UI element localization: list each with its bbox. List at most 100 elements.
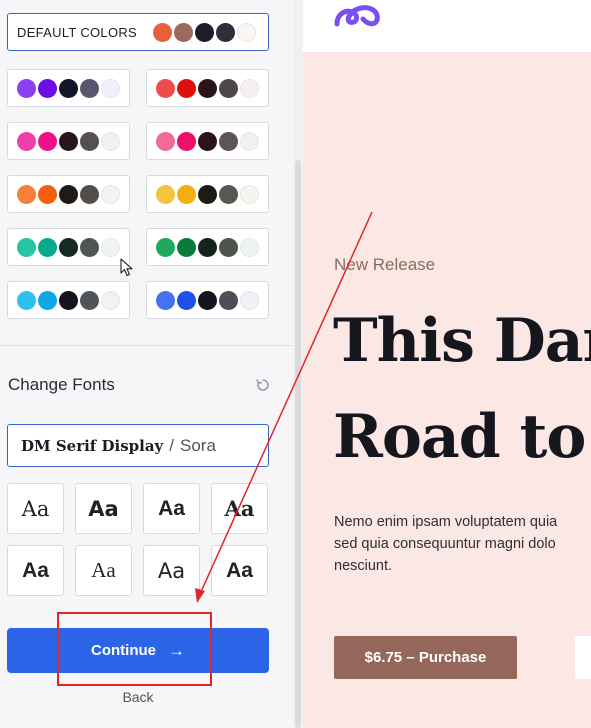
font-option-5[interactable]: Aa [7, 545, 64, 596]
font-sample: Aa [22, 558, 49, 582]
color-swatch [219, 78, 238, 98]
mouse-cursor-icon [120, 258, 133, 277]
body-line: Nemo enim ipsam voluptatem quia [334, 514, 558, 530]
color-swatch [219, 237, 238, 257]
palette-swatches [156, 131, 261, 151]
color-swatch [177, 184, 196, 204]
color-swatch [17, 290, 36, 310]
palette-default-label: DEFAULT COLORS [17, 24, 138, 40]
color-swatch [198, 237, 217, 257]
color-swatch [219, 290, 238, 310]
color-swatch [156, 184, 175, 204]
color-swatch [101, 131, 120, 151]
palette-option-4[interactable] [146, 122, 269, 160]
palette-option-8[interactable] [146, 228, 269, 266]
font-sample: Aa [224, 496, 255, 521]
palette-option-6[interactable] [146, 175, 269, 213]
palette-option-2[interactable] [146, 69, 269, 107]
preview-headline-line-2: Road to I [333, 402, 591, 472]
scrollbar-thumb[interactable] [295, 160, 301, 728]
preview-body-text: Nemo enim ipsam voluptatem quia sed quia… [334, 511, 591, 577]
font-sample: Aa [21, 496, 50, 521]
change-fonts-title: Change Fonts [8, 375, 115, 394]
font-option-2[interactable]: Aa [75, 483, 132, 534]
customize-sidebar [0, 0, 293, 728]
font-option-1[interactable]: Aa [7, 483, 64, 534]
color-swatch [80, 237, 99, 257]
color-swatch [59, 237, 78, 257]
color-swatch [59, 184, 78, 204]
color-swatch [156, 290, 175, 310]
secondary-button[interactable] [575, 636, 591, 679]
font-option-8[interactable]: Aa [211, 545, 268, 596]
palette-option-7[interactable] [7, 228, 130, 266]
palette-default[interactable]: DEFAULT COLORS [7, 13, 269, 51]
color-swatch [240, 184, 259, 204]
palette-option-5[interactable] [7, 175, 130, 213]
color-swatch [38, 78, 57, 98]
color-swatch [38, 237, 57, 257]
color-swatch [198, 131, 217, 151]
palette-swatches [17, 184, 122, 204]
font-option-3[interactable]: Aa [143, 483, 200, 534]
preview-eyebrow: New Release [334, 255, 436, 274]
font-option-4[interactable]: Aa [211, 483, 268, 534]
palette-option-10[interactable] [146, 281, 269, 319]
color-swatch [101, 78, 120, 98]
back-link[interactable]: Back [0, 689, 276, 705]
continue-label: Continue [91, 642, 156, 659]
logo-icon [334, 5, 380, 27]
color-swatch [219, 184, 238, 204]
color-swatch [198, 78, 217, 98]
purchase-button[interactable]: $6.75 – Purchase [334, 636, 517, 679]
color-swatch [198, 290, 217, 310]
font-pair-select[interactable]: DM Serif Display / Sora [7, 424, 269, 467]
color-swatch [240, 131, 259, 151]
font-sample: Aa [226, 558, 253, 582]
font-sample: Aa [88, 496, 119, 521]
color-swatch [17, 184, 36, 204]
color-swatch [80, 184, 99, 204]
palette-option-1[interactable] [7, 69, 130, 107]
site-preview: New Release This Dar Road to I Nemo enim… [303, 52, 591, 728]
color-swatch [177, 237, 196, 257]
section-divider [0, 345, 293, 346]
color-swatch [156, 78, 175, 98]
color-swatch [177, 290, 196, 310]
font-option-7[interactable]: Aa [143, 545, 200, 596]
body-line: sed quia consequuntur magni dolo [334, 536, 556, 552]
color-swatch [101, 184, 120, 204]
font-pair-separator: / [169, 435, 174, 455]
color-swatch [101, 237, 120, 257]
palette-swatches [153, 22, 258, 42]
color-swatch [80, 131, 99, 151]
color-swatch [195, 22, 215, 42]
color-swatch [198, 184, 217, 204]
palette-option-9[interactable] [7, 281, 130, 319]
color-swatch [38, 184, 57, 204]
palette-swatches [156, 78, 261, 98]
continue-button[interactable]: Continue → [7, 628, 269, 673]
color-swatch [240, 237, 259, 257]
font-pair-secondary: Sora [180, 435, 216, 455]
font-option-6[interactable]: Aa [75, 545, 132, 596]
color-swatch [38, 131, 57, 151]
color-swatch [59, 131, 78, 151]
color-swatch [156, 237, 175, 257]
arrow-right-icon: → [168, 640, 185, 660]
color-swatch [80, 78, 99, 98]
palette-option-3[interactable] [7, 122, 130, 160]
palette-swatches [17, 237, 122, 257]
color-swatch [156, 131, 175, 151]
color-swatch [177, 131, 196, 151]
color-swatch [219, 131, 238, 151]
palette-swatches [17, 290, 122, 310]
color-swatch [174, 22, 194, 42]
color-swatch [17, 237, 36, 257]
color-swatch [216, 22, 236, 42]
font-sample: Aa [91, 558, 116, 582]
color-swatch [59, 78, 78, 98]
reset-icon[interactable] [255, 377, 271, 393]
color-swatch [153, 22, 173, 42]
color-swatch [80, 290, 99, 310]
